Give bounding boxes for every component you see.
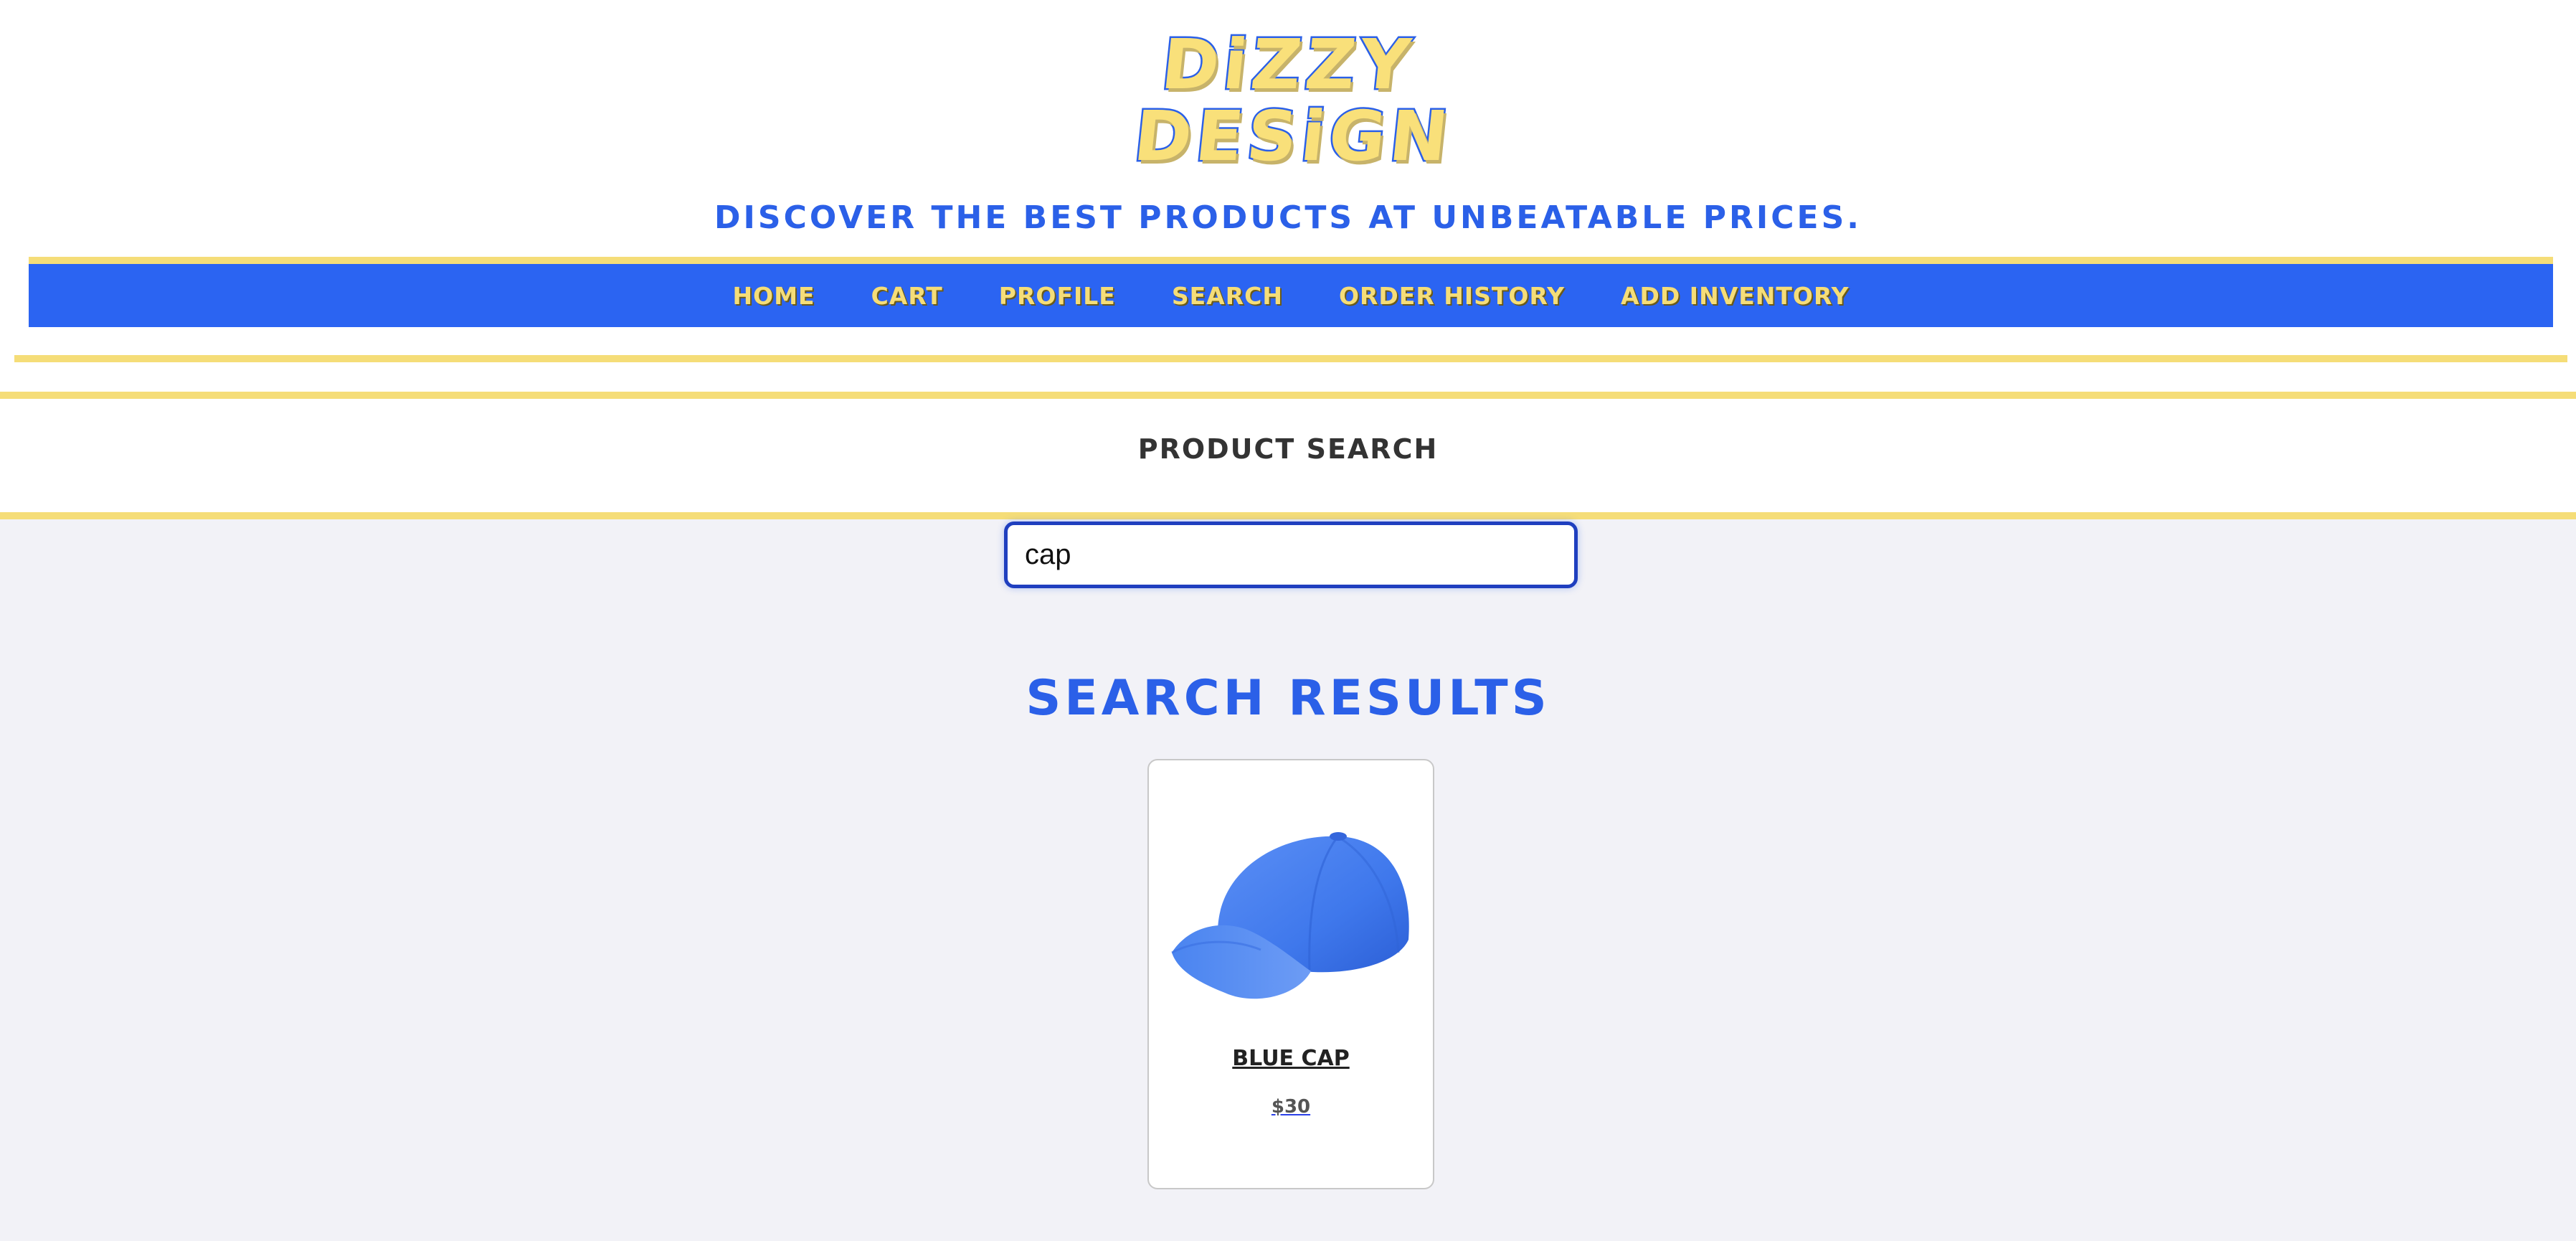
main-nav: Home Cart Profile Search Order History A…: [29, 264, 2553, 327]
nav-link-profile[interactable]: Profile: [999, 282, 1116, 310]
nav-link-cart[interactable]: Cart: [871, 282, 943, 310]
header-divider: [14, 355, 2567, 362]
nav-link-home[interactable]: Home: [733, 282, 815, 310]
product-search-banner: Product Search: [0, 392, 2576, 519]
search-input[interactable]: [1004, 522, 1578, 588]
main-content: Search Results: [0, 519, 2576, 1241]
site-logo[interactable]: DiZZY DESiGN: [1129, 23, 1458, 179]
cap-image: [1171, 832, 1409, 999]
site-header: DiZZY DESiGN Discover the best products …: [0, 0, 2576, 398]
product-price: $30: [1271, 1096, 1311, 1118]
tagline: Discover the best products at unbeatable…: [714, 199, 1862, 236]
product-name[interactable]: Blue Cap: [1149, 1046, 1433, 1071]
search-results-heading: Search Results: [1026, 670, 1550, 727]
nav-link-add-inventory[interactable]: Add Inventory: [1621, 282, 1849, 310]
logo-line-2: DESiGN: [1129, 95, 1458, 179]
product-search-heading: Product Search: [1137, 433, 1439, 465]
nav-link-order-history[interactable]: Order History: [1339, 282, 1565, 310]
logo-line-1: DiZZY: [1156, 23, 1420, 107]
nav-top-border: [29, 257, 2553, 264]
nav-link-search[interactable]: Search: [1172, 282, 1283, 310]
product-card[interactable]: Blue Cap $30: [1147, 759, 1434, 1189]
page: DiZZY DESiGN Discover the best products …: [0, 0, 2576, 1241]
